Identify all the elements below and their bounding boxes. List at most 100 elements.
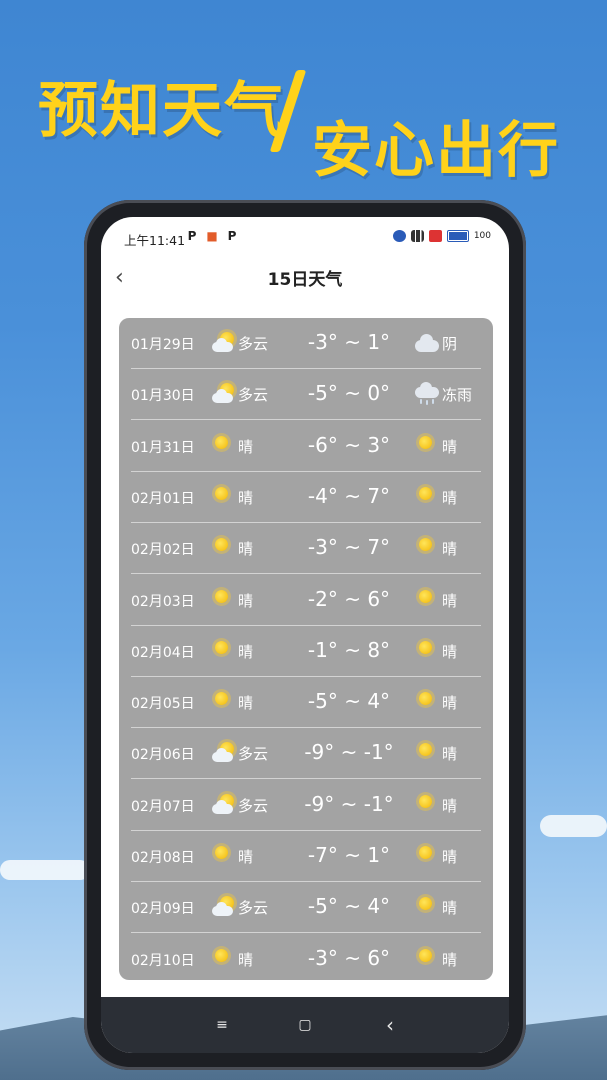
day-weather: 晴 (238, 950, 254, 969)
sunny-icon (415, 741, 439, 765)
day-weather: 晴 (238, 437, 254, 456)
vpn-icon (392, 230, 406, 242)
home-icon[interactable]: ▢ (290, 1012, 320, 1038)
forecast-date: 01月29日 (131, 337, 195, 353)
night-weather: 晴 (442, 950, 458, 969)
forecast-date: 01月30日 (131, 388, 195, 405)
sunny-icon (211, 947, 235, 971)
forecast-date: 02月09日 (131, 901, 195, 918)
forecast-row: 01月30日 多云 -5° ~ 0° 冻雨 (129, 369, 481, 421)
forecast-row: 02月04日 晴 -1° ~ 8° 晴 (129, 626, 481, 677)
app-notification-icon: ■ (206, 229, 218, 243)
forecast-row: 01月31日 晴 -6° ~ 3° 晴 (129, 421, 481, 472)
night-weather: 晴 (442, 694, 458, 713)
forecast-date: 02月07日 (131, 798, 195, 815)
signal-icon (410, 230, 424, 242)
night-weather: 晴 (442, 591, 458, 610)
temperature-range: -9° ~ -1° (304, 791, 394, 816)
night-weather: 晴 (442, 437, 458, 456)
temperature-range: -5° ~ 4° (307, 689, 391, 714)
headline-line1: 预知天气 (38, 76, 286, 146)
sunny-icon (211, 434, 235, 458)
sunny-icon (211, 690, 235, 714)
day-weather: 多云 (238, 745, 269, 764)
night-weather: 晴 (442, 899, 458, 918)
menu-icon[interactable]: ≡ (207, 1012, 237, 1038)
forecast-row: 02月01日 晴 -4° ~ 7° 晴 (129, 472, 481, 523)
day-weather: 晴 (238, 848, 254, 866)
temperature-range: -7° ~ 1° (307, 843, 391, 867)
partly-cloudy-icon (211, 331, 235, 355)
sunny-icon (415, 536, 439, 560)
temperature-range: -6° ~ 3° (307, 432, 391, 457)
sunny-icon (415, 588, 439, 612)
nav-back-icon[interactable]: ‹ (375, 1012, 405, 1038)
forecast-date: 02月02日 (131, 542, 195, 559)
top-app-bar: ‹ 15日天气 (101, 257, 509, 297)
temperature-range: -3° ~ 6° (307, 945, 391, 970)
temperature-range: -5° ~ 0° (307, 381, 391, 406)
sunny-icon (211, 639, 235, 663)
forecast-row: 02月09日 多云 -5° ~ 4° 晴 (129, 882, 481, 934)
sunny-icon (211, 844, 235, 868)
night-weather: 晴 (442, 796, 458, 815)
forecast-date: 02月10日 (131, 952, 195, 969)
sunny-icon (211, 536, 235, 560)
sunny-icon (211, 588, 235, 612)
cloud (540, 815, 607, 837)
temperature-range: -3° ~ 7° (307, 535, 391, 560)
partly-cloudy-icon (211, 895, 235, 919)
forecast-date: 02月01日 (131, 490, 195, 507)
forecast-date: 02月08日 (131, 850, 195, 866)
day-weather: 多云 (238, 899, 269, 918)
sunny-icon (415, 639, 439, 663)
forecast-date: 02月03日 (131, 593, 195, 610)
day-weather: 多云 (238, 386, 269, 405)
sunny-icon (415, 844, 439, 868)
forecast-date: 01月31日 (131, 439, 195, 456)
headline-line2: 安心出行 (312, 116, 560, 186)
status-bar: 上午11:41 P ■ P 100 (101, 217, 509, 257)
night-weather: 晴 (442, 745, 458, 764)
battery-level: 100 (473, 231, 491, 241)
night-weather: 阴 (442, 335, 458, 353)
day-weather: 晴 (238, 488, 254, 507)
overcast-icon (415, 331, 439, 355)
day-weather: 晴 (238, 642, 254, 661)
temperature-range: -1° ~ 8° (307, 637, 391, 662)
page-title: 15日天气 (267, 270, 343, 290)
status-time: 上午11:41 (124, 233, 186, 248)
partly-cloudy-icon (211, 793, 235, 817)
forecast-row: 02月02日 晴 -3° ~ 7° 晴 (129, 523, 481, 575)
temperature-range: -5° ~ 4° (307, 894, 391, 919)
partly-cloudy-icon (211, 382, 235, 406)
night-weather: 晴 (442, 540, 458, 559)
day-weather: 晴 (238, 694, 254, 713)
sunny-icon (415, 947, 439, 971)
partly-cloudy-icon (211, 741, 235, 765)
day-weather: 多云 (238, 796, 269, 815)
night-weather: 晴 (442, 848, 458, 866)
status-indicators: 100 (392, 230, 491, 242)
forecast-date: 02月05日 (131, 696, 195, 713)
day-weather: 多云 (238, 335, 269, 353)
app-notification-icon: P (187, 229, 197, 243)
sunny-icon (415, 690, 439, 714)
app-notification-icon: P (227, 229, 237, 243)
system-navigation-bar: ≡ ▢ ‹ (101, 997, 509, 1053)
forecast-row: 02月08日 晴 -7° ~ 1° 晴 (129, 831, 481, 882)
forecast-row: 02月07日 多云 -9° ~ -1° 晴 (129, 780, 481, 831)
temperature-range: -2° ~ 6° (307, 586, 391, 611)
sunny-icon (415, 485, 439, 509)
temperature-range: -9° ~ -1° (304, 740, 394, 765)
shield-icon (428, 230, 442, 242)
forecast-row: 02月06日 多云 -9° ~ -1° 晴 (129, 728, 481, 780)
cloud (0, 860, 90, 880)
day-weather: 晴 (238, 591, 254, 610)
forecast-row: 02月05日 晴 -5° ~ 4° 晴 (129, 677, 481, 729)
forecast-row: 02月10日 晴 -3° ~ 6° 晴 (129, 934, 481, 985)
day-weather: 晴 (238, 540, 254, 559)
night-weather: 冻雨 (442, 386, 473, 405)
sunny-icon (415, 895, 439, 919)
sunny-icon (415, 434, 439, 458)
